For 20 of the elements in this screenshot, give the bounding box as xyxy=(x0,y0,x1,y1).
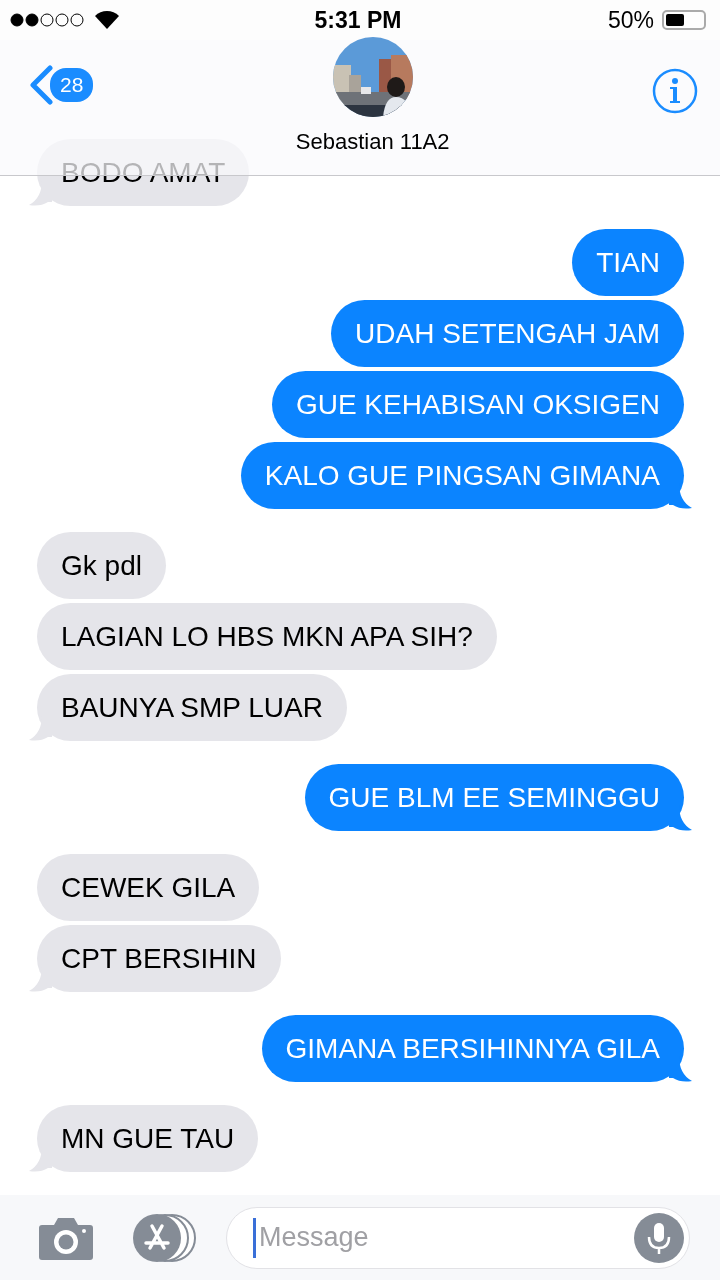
sent-message: TIAN xyxy=(572,229,684,296)
sent-message: UDAH SETENGAH JAM xyxy=(331,300,684,367)
received-message: LAGIAN LO HBS MKN APA SIH? xyxy=(37,603,497,670)
sent-message: GUE KEHABISAN OKSIGEN xyxy=(271,371,684,438)
clock-time: 5:31 PM xyxy=(314,6,402,34)
back-chevron-icon xyxy=(28,65,54,105)
microphone-icon xyxy=(634,1212,684,1263)
received-message: Gk pdl xyxy=(37,532,166,599)
wifi-icon xyxy=(94,10,120,30)
app-store-button[interactable] xyxy=(132,1213,198,1262)
info-icon xyxy=(652,68,698,114)
app-store-icon xyxy=(132,1213,198,1262)
contact-name[interactable]: Sebastian 11A2 xyxy=(295,129,450,155)
signal-icon xyxy=(10,13,86,27)
text-cursor xyxy=(253,1217,256,1258)
unread-badge: 28 xyxy=(50,68,94,102)
message-field[interactable]: Message xyxy=(226,1206,690,1269)
microphone-button[interactable] xyxy=(634,1212,684,1263)
battery-percent: 50% xyxy=(607,6,654,34)
received-message: CEWEK GILA xyxy=(37,854,260,921)
